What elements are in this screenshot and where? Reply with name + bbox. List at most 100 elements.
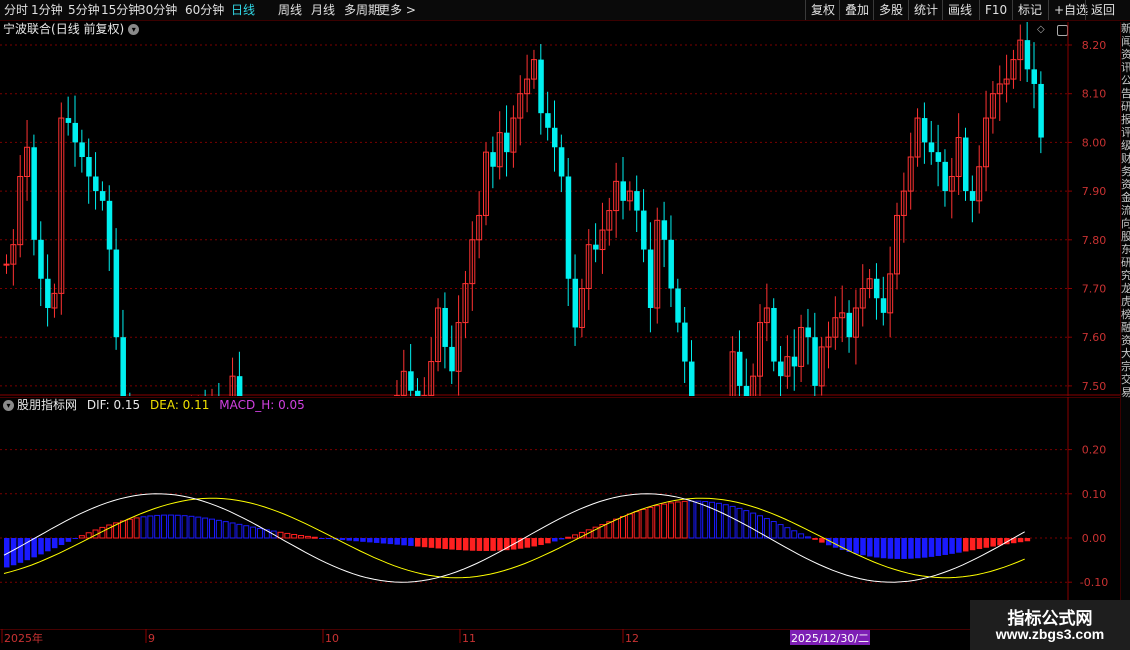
macd-chart[interactable]: 0.20 0.10 0.00 -0.10: [0, 397, 1120, 629]
period-tab-3[interactable]: 15分钟: [101, 0, 140, 20]
macd-bar: [387, 538, 394, 545]
macd-bar: [490, 538, 496, 551]
side-strip-char[interactable]: 告: [1121, 87, 1130, 100]
period-tab-2[interactable]: 5分钟: [68, 0, 100, 20]
macd-bar: [45, 538, 51, 552]
side-strip-char[interactable]: 资: [1121, 48, 1130, 61]
candle-body: [504, 132, 510, 153]
side-strip-char[interactable]: 融: [1121, 321, 1130, 334]
toolbar-button-1[interactable]: 叠加: [839, 0, 874, 20]
side-strip-char[interactable]: 讯: [1121, 61, 1130, 74]
side-strip-char[interactable]: 资: [1121, 334, 1130, 347]
side-strip-char[interactable]: 金: [1121, 191, 1130, 204]
candle-body: [743, 385, 750, 396]
candle-body: [72, 122, 78, 143]
candle-body: [93, 176, 99, 192]
side-strip-char[interactable]: 公: [1121, 74, 1130, 87]
period-tab-7[interactable]: 周线: [278, 0, 302, 20]
period-tab-1[interactable]: 1分钟: [31, 0, 63, 20]
macd-bar: [901, 538, 907, 559]
watermark-url: www.zbgs3.com: [995, 626, 1105, 642]
side-strip-char[interactable]: 研: [1121, 100, 1130, 113]
candle-body: [736, 351, 743, 386]
side-strip-char[interactable]: 财: [1121, 152, 1130, 165]
candle-body: [969, 191, 976, 201]
period-tab-4[interactable]: 30分钟: [138, 0, 177, 20]
macd-bar: [435, 538, 442, 549]
macd-bar: [633, 511, 640, 539]
toolbar-button-6[interactable]: 标记: [1012, 0, 1047, 20]
macd-bar: [620, 516, 626, 539]
candle-body: [65, 118, 72, 123]
macd-bar: [688, 500, 695, 539]
period-tab-10[interactable]: 更多 >: [378, 0, 416, 20]
macd-bar: [640, 508, 647, 539]
side-strip-char[interactable]: 新: [1121, 22, 1130, 35]
candle-body: [113, 249, 120, 338]
period-tab-0[interactable]: 分时: [4, 0, 28, 20]
candle-body: [572, 278, 579, 328]
cursor-date-label: 2025/12/30/二: [791, 632, 869, 645]
toolbar-button-0[interactable]: 复权: [805, 0, 840, 20]
side-strip-char[interactable]: 东: [1121, 243, 1130, 256]
side-strip-char[interactable]: 闻: [1121, 35, 1130, 48]
macd-bar: [613, 518, 620, 539]
side-strip-char[interactable]: 龙: [1121, 282, 1130, 295]
macd-bar: [538, 538, 544, 545]
macd-bar: [777, 524, 784, 539]
side-strip-char[interactable]: 大: [1121, 347, 1130, 360]
macd-bar: [58, 538, 65, 545]
macd-bar: [853, 538, 859, 554]
side-strip-char[interactable]: 级: [1121, 139, 1130, 152]
candle-body: [778, 361, 784, 377]
side-strip-char[interactable]: 虎: [1121, 295, 1130, 308]
macd-bar: [921, 538, 928, 558]
macd-bar: [449, 538, 455, 550]
macd-bar: [126, 518, 133, 539]
candle-body: [771, 307, 777, 362]
macd-bar: [229, 522, 236, 539]
macd-bar: [373, 538, 380, 543]
macd-bar: [736, 507, 743, 539]
side-info-strip[interactable]: 新闻资讯公告研报评级财务资金流向股东研究龙虎榜融资大宗交易: [1120, 22, 1130, 627]
macd-bar: [1017, 538, 1024, 543]
period-tab-5[interactable]: 60分钟: [185, 0, 224, 20]
period-tab-9[interactable]: 多周期: [344, 0, 380, 20]
side-strip-char[interactable]: 股: [1121, 230, 1130, 243]
date-axis: 2025年 9 10 11 12 2025/12/30/二: [0, 629, 1120, 645]
side-strip-char[interactable]: 易: [1121, 386, 1130, 399]
side-strip-char[interactable]: 宗: [1121, 360, 1130, 373]
side-strip-char[interactable]: 务: [1121, 165, 1130, 178]
side-strip-char[interactable]: 榜: [1121, 308, 1130, 321]
toolbar-button-2[interactable]: 多股: [873, 0, 908, 20]
macd-bar: [304, 535, 311, 539]
macd-bar: [222, 521, 229, 539]
side-strip-char[interactable]: 报: [1121, 113, 1130, 126]
toolbar-button-4[interactable]: 画线: [942, 0, 977, 20]
side-strip-char[interactable]: 向: [1121, 217, 1130, 230]
period-tab-8[interactable]: 月线: [311, 0, 335, 20]
price-chart[interactable]: 8.208.108.007.907.807.707.607.507.407.30…: [0, 22, 1120, 396]
candle-body: [921, 118, 928, 143]
macd-bar: [915, 538, 921, 559]
toolbar-button-8[interactable]: 返回: [1085, 0, 1120, 20]
side-strip-char[interactable]: 交: [1121, 373, 1130, 386]
toolbar-button-5[interactable]: F10: [979, 0, 1012, 20]
macd-bar: [990, 538, 996, 547]
candle-body: [647, 249, 654, 308]
period-tab-6[interactable]: 日线: [231, 0, 255, 20]
macd-bar: [867, 538, 873, 557]
side-strip-char[interactable]: 研: [1121, 256, 1130, 269]
date-label: 11: [462, 632, 476, 645]
side-strip-char[interactable]: 流: [1121, 204, 1130, 217]
toolbar-button-3[interactable]: 统计: [908, 0, 943, 20]
side-strip-char[interactable]: 资: [1121, 178, 1130, 191]
date-label: 2025年: [4, 631, 43, 645]
macd-bar: [935, 538, 942, 556]
macd-bar: [894, 538, 900, 559]
side-strip-char[interactable]: 究: [1121, 269, 1130, 282]
side-strip-char[interactable]: 评: [1121, 126, 1130, 139]
macd-bar: [78, 535, 85, 539]
date-label: 12: [625, 632, 639, 645]
macd-bar: [661, 503, 668, 539]
